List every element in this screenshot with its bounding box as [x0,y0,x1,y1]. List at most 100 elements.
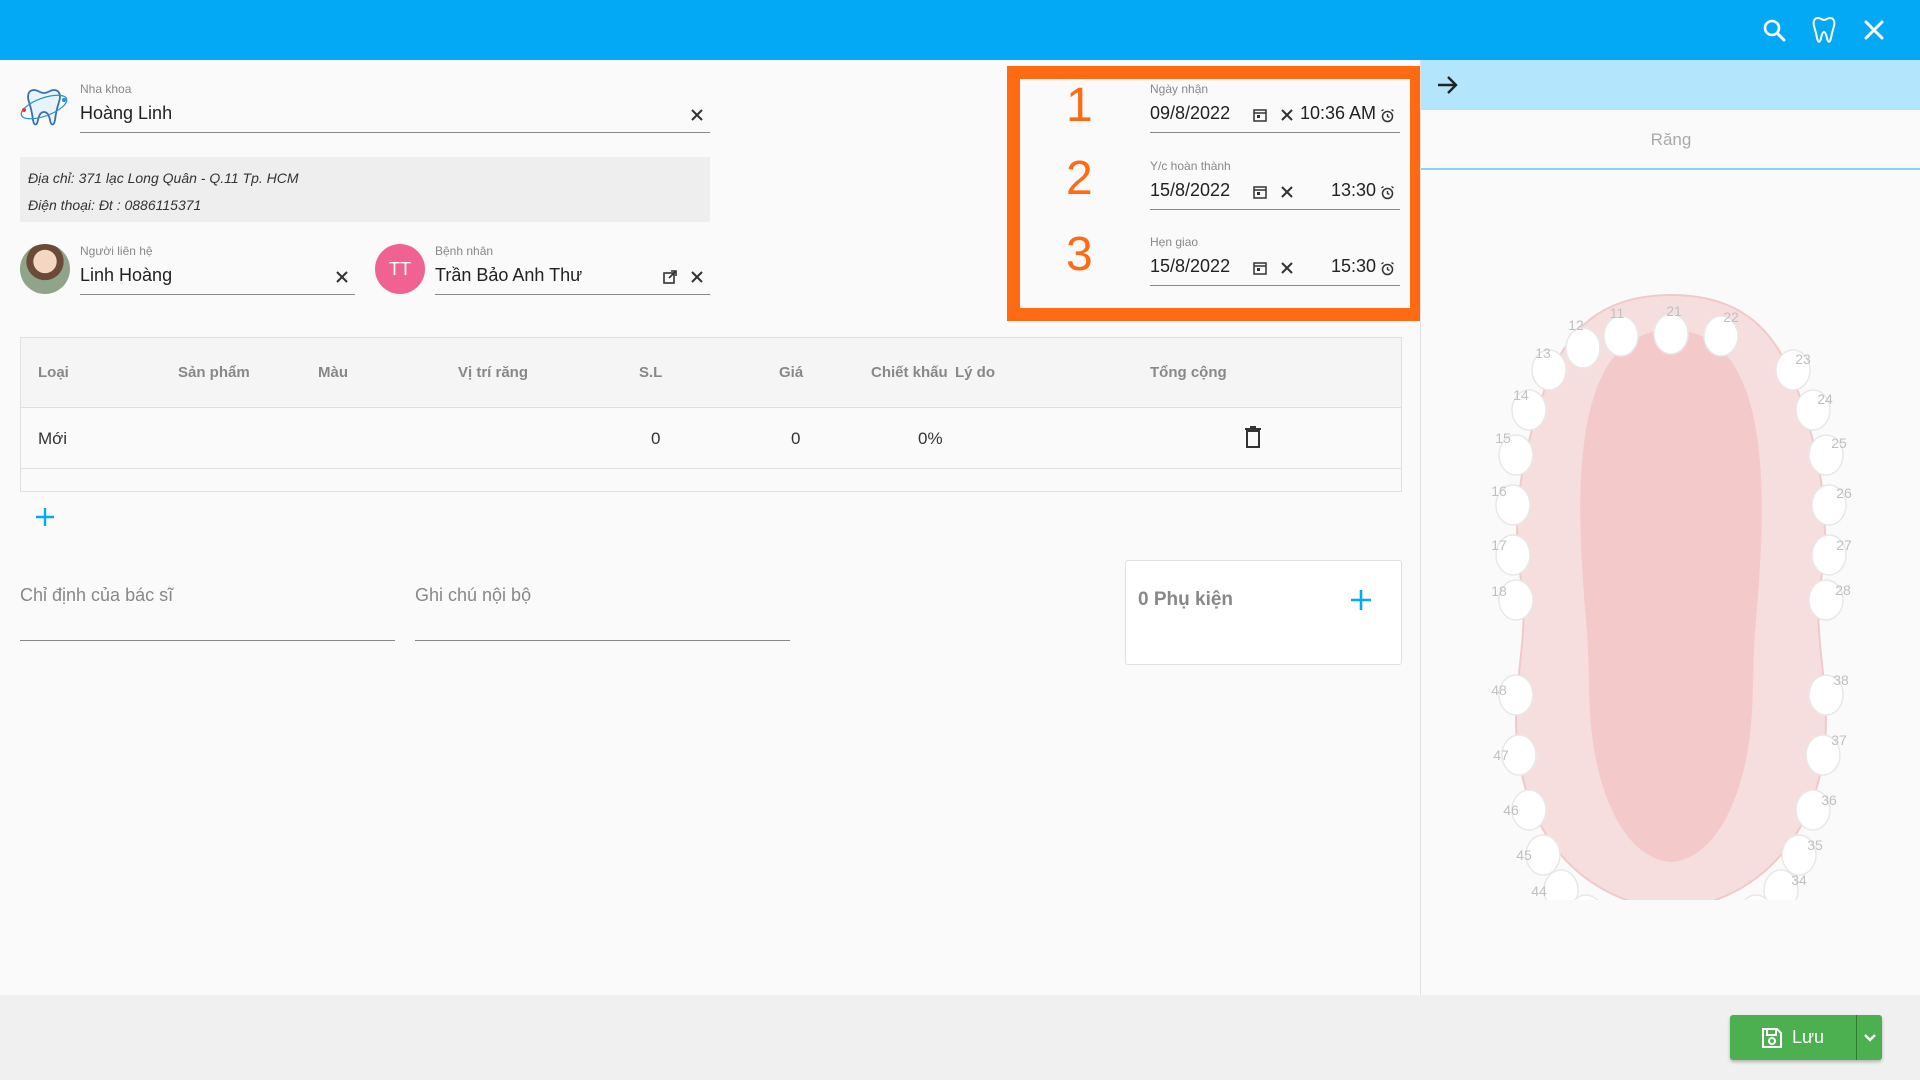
patient-avatar: TT [375,244,425,294]
palate-area [1580,330,1762,862]
step-number-1: 1 [1066,79,1093,132]
tooth-21[interactable] [1653,313,1689,355]
tooth-number-46: 46 [1503,802,1519,818]
save-options-chevron-down-icon[interactable] [1856,1015,1882,1060]
contact-input[interactable]: Linh Hoàng [80,265,172,286]
tooth-number-13: 13 [1535,345,1551,361]
tooth-number-45: 45 [1516,847,1532,863]
clinic-input[interactable]: Hoàng Linh [80,103,172,124]
clinic-address-box: Địa chỉ: 371 lạc Long Quân - Q.11 Tp. HC… [20,157,710,222]
alarm-clock-icon[interactable] [1376,104,1398,126]
products-table: Loại Sản phẩm Màu Vị trí răng S.L Giá Ch… [20,337,1402,492]
arrow-right-icon[interactable] [1435,73,1461,99]
tooth-number-38: 38 [1833,672,1849,688]
add-accessory-plus-icon[interactable] [1348,587,1374,613]
calendar-icon[interactable] [1249,181,1271,203]
clear-contact-icon[interactable] [331,266,353,288]
doctor-notes-underline [20,640,395,641]
row-discount[interactable]: 0% [918,429,943,449]
tooth-number-27: 27 [1836,537,1852,553]
tooth-number-28: 28 [1835,582,1851,598]
table-row[interactable]: Mới 0 0 0% [21,409,1401,469]
row-price[interactable]: 0 [791,429,800,449]
column-header: Vị trí răng [458,364,529,381]
tooth-number-37: 37 [1831,732,1847,748]
column-header: Loại [38,364,69,381]
column-header: S.L [639,364,663,381]
clear-patient-icon[interactable] [686,266,708,288]
clinic-logo [18,82,70,132]
save-label: Lưu [1791,1027,1825,1047]
tooth-number-16: 16 [1491,483,1507,499]
tooth-number-24: 24 [1817,391,1833,407]
tooth-number-22: 22 [1723,309,1739,325]
calendar-icon[interactable] [1249,257,1271,279]
internal-notes-field[interactable]: Ghi chú nội bộ [415,585,531,606]
clinic-phone: Điện thoại: Đt : 0886115371 [28,197,202,213]
tooth-number-23: 23 [1795,351,1811,367]
tooth-number-47: 47 [1493,747,1509,763]
accessory-card: 0 Phụ kiện [1125,560,1402,665]
contact-underline [80,294,355,295]
delivery-time-input[interactable]: 15:30 [1331,256,1376,277]
clinic-label: Nha khoa [80,82,132,96]
alarm-clock-icon[interactable] [1376,257,1398,279]
tooth-12[interactable] [1565,327,1601,369]
required-date-input[interactable]: 15/8/2022 [1150,180,1230,201]
tooth-number-21: 21 [1666,303,1682,319]
tooth-number-25: 25 [1831,435,1847,451]
tooth-icon[interactable] [1808,14,1840,46]
row-type: Mới [38,429,68,448]
teeth-chart[interactable]: 12 11 21 22 13 23 14 24 15 25 16 26 17 27 18 28 48 38 47 37… [1421,200,1920,900]
column-header: Lý do [955,364,995,381]
received-time-input[interactable]: 10:36 AM [1300,103,1376,124]
received-date-input[interactable]: 09/8/2022 [1150,103,1230,124]
tab-teeth[interactable]: Răng [1421,130,1920,150]
received-underline [1150,132,1400,133]
patient-label: Bệnh nhân [435,244,494,258]
open-patient-icon[interactable] [659,266,681,288]
tooth-number-34: 34 [1791,872,1807,888]
tooth-number-15: 15 [1495,430,1511,446]
required-time-input[interactable]: 13:30 [1331,180,1376,201]
tooth-11[interactable] [1603,315,1639,357]
floppy-disk-icon [1761,1027,1782,1048]
clear-clinic-icon[interactable] [686,104,708,126]
calendar-icon[interactable] [1249,104,1271,126]
required-label: Y/c hoàn thành [1150,159,1231,173]
table-header: Loại Sản phẩm Màu Vị trí răng S.L Giá Ch… [21,338,1401,408]
required-underline [1150,209,1400,210]
save-button[interactable]: Lưu [1730,1015,1854,1060]
clear-delivery-date-icon[interactable] [1276,257,1298,279]
tooth-number-18: 18 [1491,583,1507,599]
column-header: Màu [318,364,348,381]
clinic-underline [80,132,710,133]
tooth-number-11: 11 [1610,305,1625,321]
trash-icon[interactable] [1243,425,1265,451]
tooth-number-26: 26 [1836,485,1852,501]
clear-required-date-icon[interactable] [1276,181,1298,203]
patient-input[interactable]: Trần Bảo Anh Thư [435,265,582,286]
add-row-plus-icon[interactable] [32,504,58,530]
tooth-number-36: 36 [1821,792,1837,808]
tooth-number-35: 35 [1807,837,1823,853]
delivery-date-input[interactable]: 15/8/2022 [1150,256,1230,277]
footer-bar [0,995,1920,1080]
delivery-underline [1150,285,1400,286]
clinic-address: Địa chỉ: 371 lạc Long Quân - Q.11 Tp. HC… [28,170,299,186]
contact-label: Người liên hệ [80,244,153,258]
contact-avatar [20,244,70,294]
row-quantity[interactable]: 0 [651,429,660,449]
internal-notes-underline [415,640,790,641]
doctor-notes-field[interactable]: Chỉ định của bác sĩ [20,585,173,606]
close-icon[interactable] [1858,14,1890,46]
clear-received-date-icon[interactable] [1276,104,1298,126]
tooth-number-14: 14 [1513,387,1529,403]
alarm-clock-icon[interactable] [1376,181,1398,203]
save-button-group: Lưu [1730,1015,1882,1060]
tooth-number-48: 48 [1491,682,1507,698]
patient-initials: TT [389,258,411,279]
search-icon[interactable] [1758,14,1790,46]
step-number-3: 3 [1066,228,1093,281]
column-header: Giá [779,364,804,381]
